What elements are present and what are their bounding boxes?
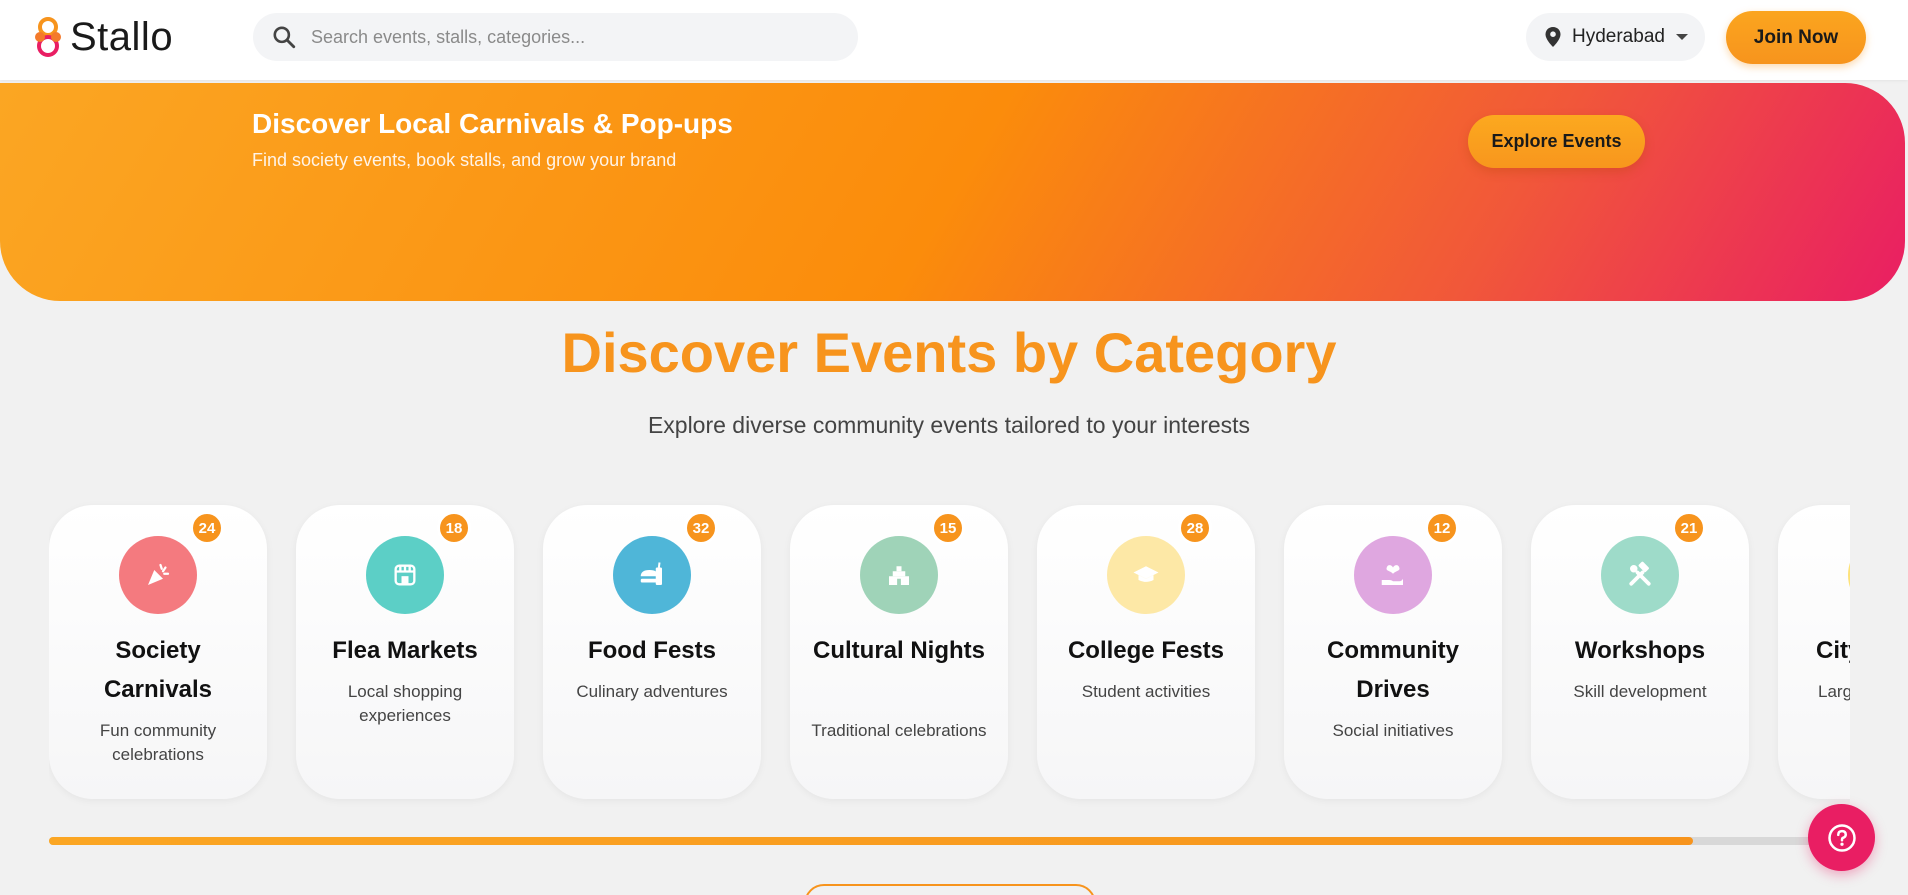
section-title: Discover Events by Category (561, 321, 1337, 384)
category-description: Larg (1818, 682, 1850, 701)
location-label: Hyderabad (1572, 26, 1665, 47)
category-name: Workshops (1574, 637, 1706, 664)
temple-icon (860, 536, 938, 614)
category-description: Social initiatives (1332, 721, 1454, 740)
search-icon (273, 26, 296, 49)
search-bar[interactable] (253, 13, 858, 61)
category-card-food-fests[interactable]: 32 Food Fests Culinary adventures (543, 505, 761, 799)
charity-hand-icon (1354, 536, 1432, 614)
category-name: City (1816, 637, 1850, 664)
category-name: Society Carnivals (103, 637, 213, 703)
category-description: Traditional celebrations (811, 721, 987, 740)
fast-food-icon (613, 536, 691, 614)
category-description: Student activities (1081, 682, 1211, 701)
event-count-badge: 12 (1425, 511, 1459, 545)
top-header: Stallo Hyderabad Join Now (0, 0, 1908, 80)
stallo-logo[interactable]: Stallo (30, 12, 173, 62)
join-now-button[interactable]: Join Now (1726, 11, 1866, 64)
category-name: Cultural Nights (813, 637, 985, 664)
section-subtitle: Explore diverse community events tailore… (647, 412, 1251, 438)
event-count-badge: 18 (437, 511, 471, 545)
category-card-flea-markets[interactable]: 18 Flea Markets Local shopping experienc… (296, 505, 514, 799)
category-card-college-fests[interactable]: 28 College Fests Student activities (1037, 505, 1255, 799)
category-name: Flea Markets (332, 637, 478, 664)
category-card-workshops[interactable]: 21 Workshops Skill development (1531, 505, 1749, 799)
event-count-badge: 15 (931, 511, 965, 545)
logo-text: Stallo (70, 14, 174, 59)
category-card-cultural-nights[interactable]: 15 Cultural Nights Traditional celebrati… (790, 505, 1008, 799)
category-card-community-drives[interactable]: 12 Community Drives Social initiatives (1284, 505, 1502, 799)
location-selector[interactable]: Hyderabad (1526, 13, 1705, 61)
category-card-city[interactable]: City Larg (1778, 505, 1850, 799)
category-carousel[interactable]: 24 Society Carnivals Fun community celeb… (49, 500, 1850, 810)
event-count-badge: 32 (684, 511, 718, 545)
hero-subtitle: Find society events, book stalls, and gr… (252, 150, 677, 170)
category-description: Local shopping experiences (347, 682, 463, 725)
location-pin-icon (1545, 27, 1561, 47)
tools-icon (1601, 536, 1679, 614)
hero-title: Discover Local Carnivals & Pop-ups (252, 108, 733, 139)
category-name: Food Fests (587, 637, 716, 664)
category-card-society-carnivals[interactable]: 24 Society Carnivals Fun community celeb… (49, 505, 267, 799)
category-description: Fun community celebrations (99, 721, 217, 764)
chevron-down-icon (1675, 34, 1688, 40)
carousel-scroll-progress[interactable] (49, 837, 1850, 845)
category-description: Culinary adventures (576, 682, 728, 701)
category-description: Skill development (1573, 682, 1707, 701)
explore-events-button[interactable]: Explore Events (1468, 115, 1645, 168)
category-name: College Fests (1067, 637, 1225, 664)
graduation-cap-icon (1107, 536, 1185, 614)
search-input[interactable] (311, 26, 831, 48)
storefront-icon (366, 536, 444, 614)
party-popper-icon (119, 536, 197, 614)
event-count-badge: 21 (1672, 511, 1706, 545)
help-icon (1827, 823, 1856, 852)
logo-mark-icon (35, 17, 61, 57)
view-all-categories-button[interactable] (804, 884, 1096, 895)
carousel-scroll-progress-fill (49, 837, 1694, 845)
help-button[interactable] (1808, 804, 1875, 871)
category-name: Community Drives (1327, 637, 1459, 703)
city-icon (1848, 536, 1850, 614)
event-count-badge: 28 (1178, 511, 1212, 545)
event-count-badge: 24 (190, 511, 224, 545)
